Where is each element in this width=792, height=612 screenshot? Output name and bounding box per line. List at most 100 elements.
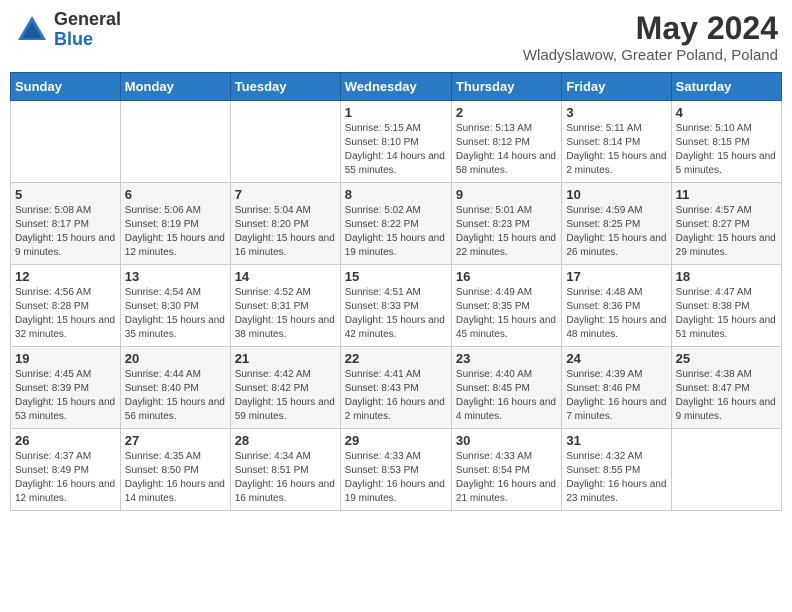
logo-icon [14,12,50,48]
day-info: Sunrise: 4:52 AM Sunset: 8:31 PM Dayligh… [235,286,336,342]
week-row-1: 1Sunrise: 5:15 AM Sunset: 8:10 PM Daylig… [11,101,782,183]
day-info: Sunrise: 4:40 AM Sunset: 8:45 PM Dayligh… [456,368,557,424]
header-monday: Monday [120,73,230,101]
calendar-cell: 4 Sunrise: 5:10 AM Sunset: 8:15 PM Daylig… [671,101,781,183]
day-number: 11 [676,187,777,202]
calendar-cell: 31 Sunrise: 4:32 AM Sunset: 8:55 PM Dayli… [562,429,671,511]
calendar-cell: 15 Sunrise: 4:51 AM Sunset: 8:33 PM Dayli… [340,265,451,347]
day-info: Sunrise: 5:10 AM Sunset: 8:15 PM Dayligh… [676,122,777,178]
calendar-cell: 21 Sunrise: 4:42 AM Sunset: 8:42 PM Dayli… [230,347,340,429]
day-info: Sunrise: 4:44 AM Sunset: 8:40 PM Dayligh… [125,368,226,424]
day-info: Sunrise: 5:02 AM Sunset: 8:22 PM Dayligh… [345,204,447,260]
day-info: Sunrise: 4:42 AM Sunset: 8:42 PM Dayligh… [235,368,336,424]
weekday-header-row: SundayMondayTuesdayWednesdayThursdayFrid… [11,73,782,101]
calendar-cell [671,429,781,511]
day-number: 9 [456,187,557,202]
day-number: 5 [15,187,116,202]
day-number: 19 [15,351,116,366]
calendar-cell: 14 Sunrise: 4:52 AM Sunset: 8:31 PM Dayli… [230,265,340,347]
day-info: Sunrise: 4:32 AM Sunset: 8:55 PM Dayligh… [566,450,666,506]
week-row-5: 26Sunrise: 4:37 AM Sunset: 8:49 PM Dayli… [11,429,782,511]
day-number: 30 [456,433,557,448]
week-row-4: 19 Sunrise: 4:45 AM Sunset: 8:39 PM Dayli… [11,347,782,429]
day-info: Sunrise: 5:08 AM Sunset: 8:17 PM Dayligh… [15,204,116,260]
calendar-cell: 29Sunrise: 4:33 AM Sunset: 8:53 PM Dayli… [340,429,451,511]
day-number: 26 [15,433,116,448]
day-number: 13 [125,269,226,284]
day-number: 22 [345,351,447,366]
calendar-cell: 13 Sunrise: 4:54 AM Sunset: 8:30 PM Dayli… [120,265,230,347]
calendar-cell: 24 Sunrise: 4:39 AM Sunset: 8:46 PM Dayli… [562,347,671,429]
calendar-cell [230,101,340,183]
day-number: 24 [566,351,666,366]
calendar-cell: 23 Sunrise: 4:40 AM Sunset: 8:45 PM Dayli… [451,347,561,429]
calendar-cell: 3Sunrise: 5:11 AM Sunset: 8:14 PM Daylig… [562,101,671,183]
day-info: Sunrise: 4:41 AM Sunset: 8:43 PM Dayligh… [345,368,447,424]
day-info: Sunrise: 4:48 AM Sunset: 8:36 PM Dayligh… [566,286,666,342]
calendar-cell: 5 Sunrise: 5:08 AM Sunset: 8:17 PM Daylig… [11,183,121,265]
calendar-location: Wladyslawow, Greater Poland, Poland [523,47,778,64]
calendar-cell: 20 Sunrise: 4:44 AM Sunset: 8:40 PM Dayli… [120,347,230,429]
day-info: Sunrise: 5:01 AM Sunset: 8:23 PM Dayligh… [456,204,557,260]
logo-general-text: General [54,10,121,30]
day-info: Sunrise: 5:04 AM Sunset: 8:20 PM Dayligh… [235,204,336,260]
day-number: 15 [345,269,447,284]
day-info: Sunrise: 5:06 AM Sunset: 8:19 PM Dayligh… [125,204,226,260]
day-info: Sunrise: 4:34 AM Sunset: 8:51 PM Dayligh… [235,450,336,506]
day-number: 4 [676,105,777,120]
day-number: 2 [456,105,557,120]
day-number: 25 [676,351,777,366]
header-wednesday: Wednesday [340,73,451,101]
day-info: Sunrise: 4:35 AM Sunset: 8:50 PM Dayligh… [125,450,226,506]
calendar-cell: 28 Sunrise: 4:34 AM Sunset: 8:51 PM Dayli… [230,429,340,511]
day-number: 16 [456,269,557,284]
calendar-cell: 1Sunrise: 5:15 AM Sunset: 8:10 PM Daylig… [340,101,451,183]
header-thursday: Thursday [451,73,561,101]
calendar-cell: 25 Sunrise: 4:38 AM Sunset: 8:47 PM Dayli… [671,347,781,429]
calendar-cell: 30 Sunrise: 4:33 AM Sunset: 8:54 PM Dayli… [451,429,561,511]
calendar-cell: 27 Sunrise: 4:35 AM Sunset: 8:50 PM Dayli… [120,429,230,511]
day-info: Sunrise: 4:51 AM Sunset: 8:33 PM Dayligh… [345,286,447,342]
day-number: 17 [566,269,666,284]
calendar-cell: 12Sunrise: 4:56 AM Sunset: 8:28 PM Dayli… [11,265,121,347]
day-number: 1 [345,105,447,120]
calendar-cell: 7 Sunrise: 5:04 AM Sunset: 8:20 PM Daylig… [230,183,340,265]
calendar-cell: 17 Sunrise: 4:48 AM Sunset: 8:36 PM Dayli… [562,265,671,347]
calendar-cell [120,101,230,183]
day-number: 27 [125,433,226,448]
header-sunday: Sunday [11,73,121,101]
day-info: Sunrise: 4:54 AM Sunset: 8:30 PM Dayligh… [125,286,226,342]
header-friday: Friday [562,73,671,101]
logo-blue-text: Blue [54,30,121,50]
week-row-3: 12Sunrise: 4:56 AM Sunset: 8:28 PM Dayli… [11,265,782,347]
header-saturday: Saturday [671,73,781,101]
calendar-cell: 26Sunrise: 4:37 AM Sunset: 8:49 PM Dayli… [11,429,121,511]
calendar-cell: 6Sunrise: 5:06 AM Sunset: 8:19 PM Daylig… [120,183,230,265]
day-info: Sunrise: 5:13 AM Sunset: 8:12 PM Dayligh… [456,122,557,178]
day-number: 29 [345,433,447,448]
day-number: 14 [235,269,336,284]
day-info: Sunrise: 4:49 AM Sunset: 8:35 PM Dayligh… [456,286,557,342]
day-info: Sunrise: 4:33 AM Sunset: 8:54 PM Dayligh… [456,450,557,506]
day-info: Sunrise: 4:39 AM Sunset: 8:46 PM Dayligh… [566,368,666,424]
day-info: Sunrise: 4:45 AM Sunset: 8:39 PM Dayligh… [15,368,116,424]
calendar-cell: 16 Sunrise: 4:49 AM Sunset: 8:35 PM Dayli… [451,265,561,347]
day-number: 31 [566,433,666,448]
day-info: Sunrise: 4:38 AM Sunset: 8:47 PM Dayligh… [676,368,777,424]
calendar-cell: 2 Sunrise: 5:13 AM Sunset: 8:12 PM Daylig… [451,101,561,183]
day-info: Sunrise: 4:47 AM Sunset: 8:38 PM Dayligh… [676,286,777,342]
day-number: 20 [125,351,226,366]
week-row-2: 5 Sunrise: 5:08 AM Sunset: 8:17 PM Daylig… [11,183,782,265]
calendar-cell: 11Sunrise: 4:57 AM Sunset: 8:27 PM Dayli… [671,183,781,265]
day-number: 7 [235,187,336,202]
calendar-cell: 8Sunrise: 5:02 AM Sunset: 8:22 PM Daylig… [340,183,451,265]
day-info: Sunrise: 4:59 AM Sunset: 8:25 PM Dayligh… [566,204,666,260]
day-number: 23 [456,351,557,366]
title-section: May 2024 Wladyslawow, Greater Poland, Po… [523,10,778,64]
day-number: 21 [235,351,336,366]
logo: General Blue [14,10,121,50]
calendar-title: May 2024 [523,10,778,47]
day-number: 3 [566,105,666,120]
day-number: 28 [235,433,336,448]
day-number: 18 [676,269,777,284]
